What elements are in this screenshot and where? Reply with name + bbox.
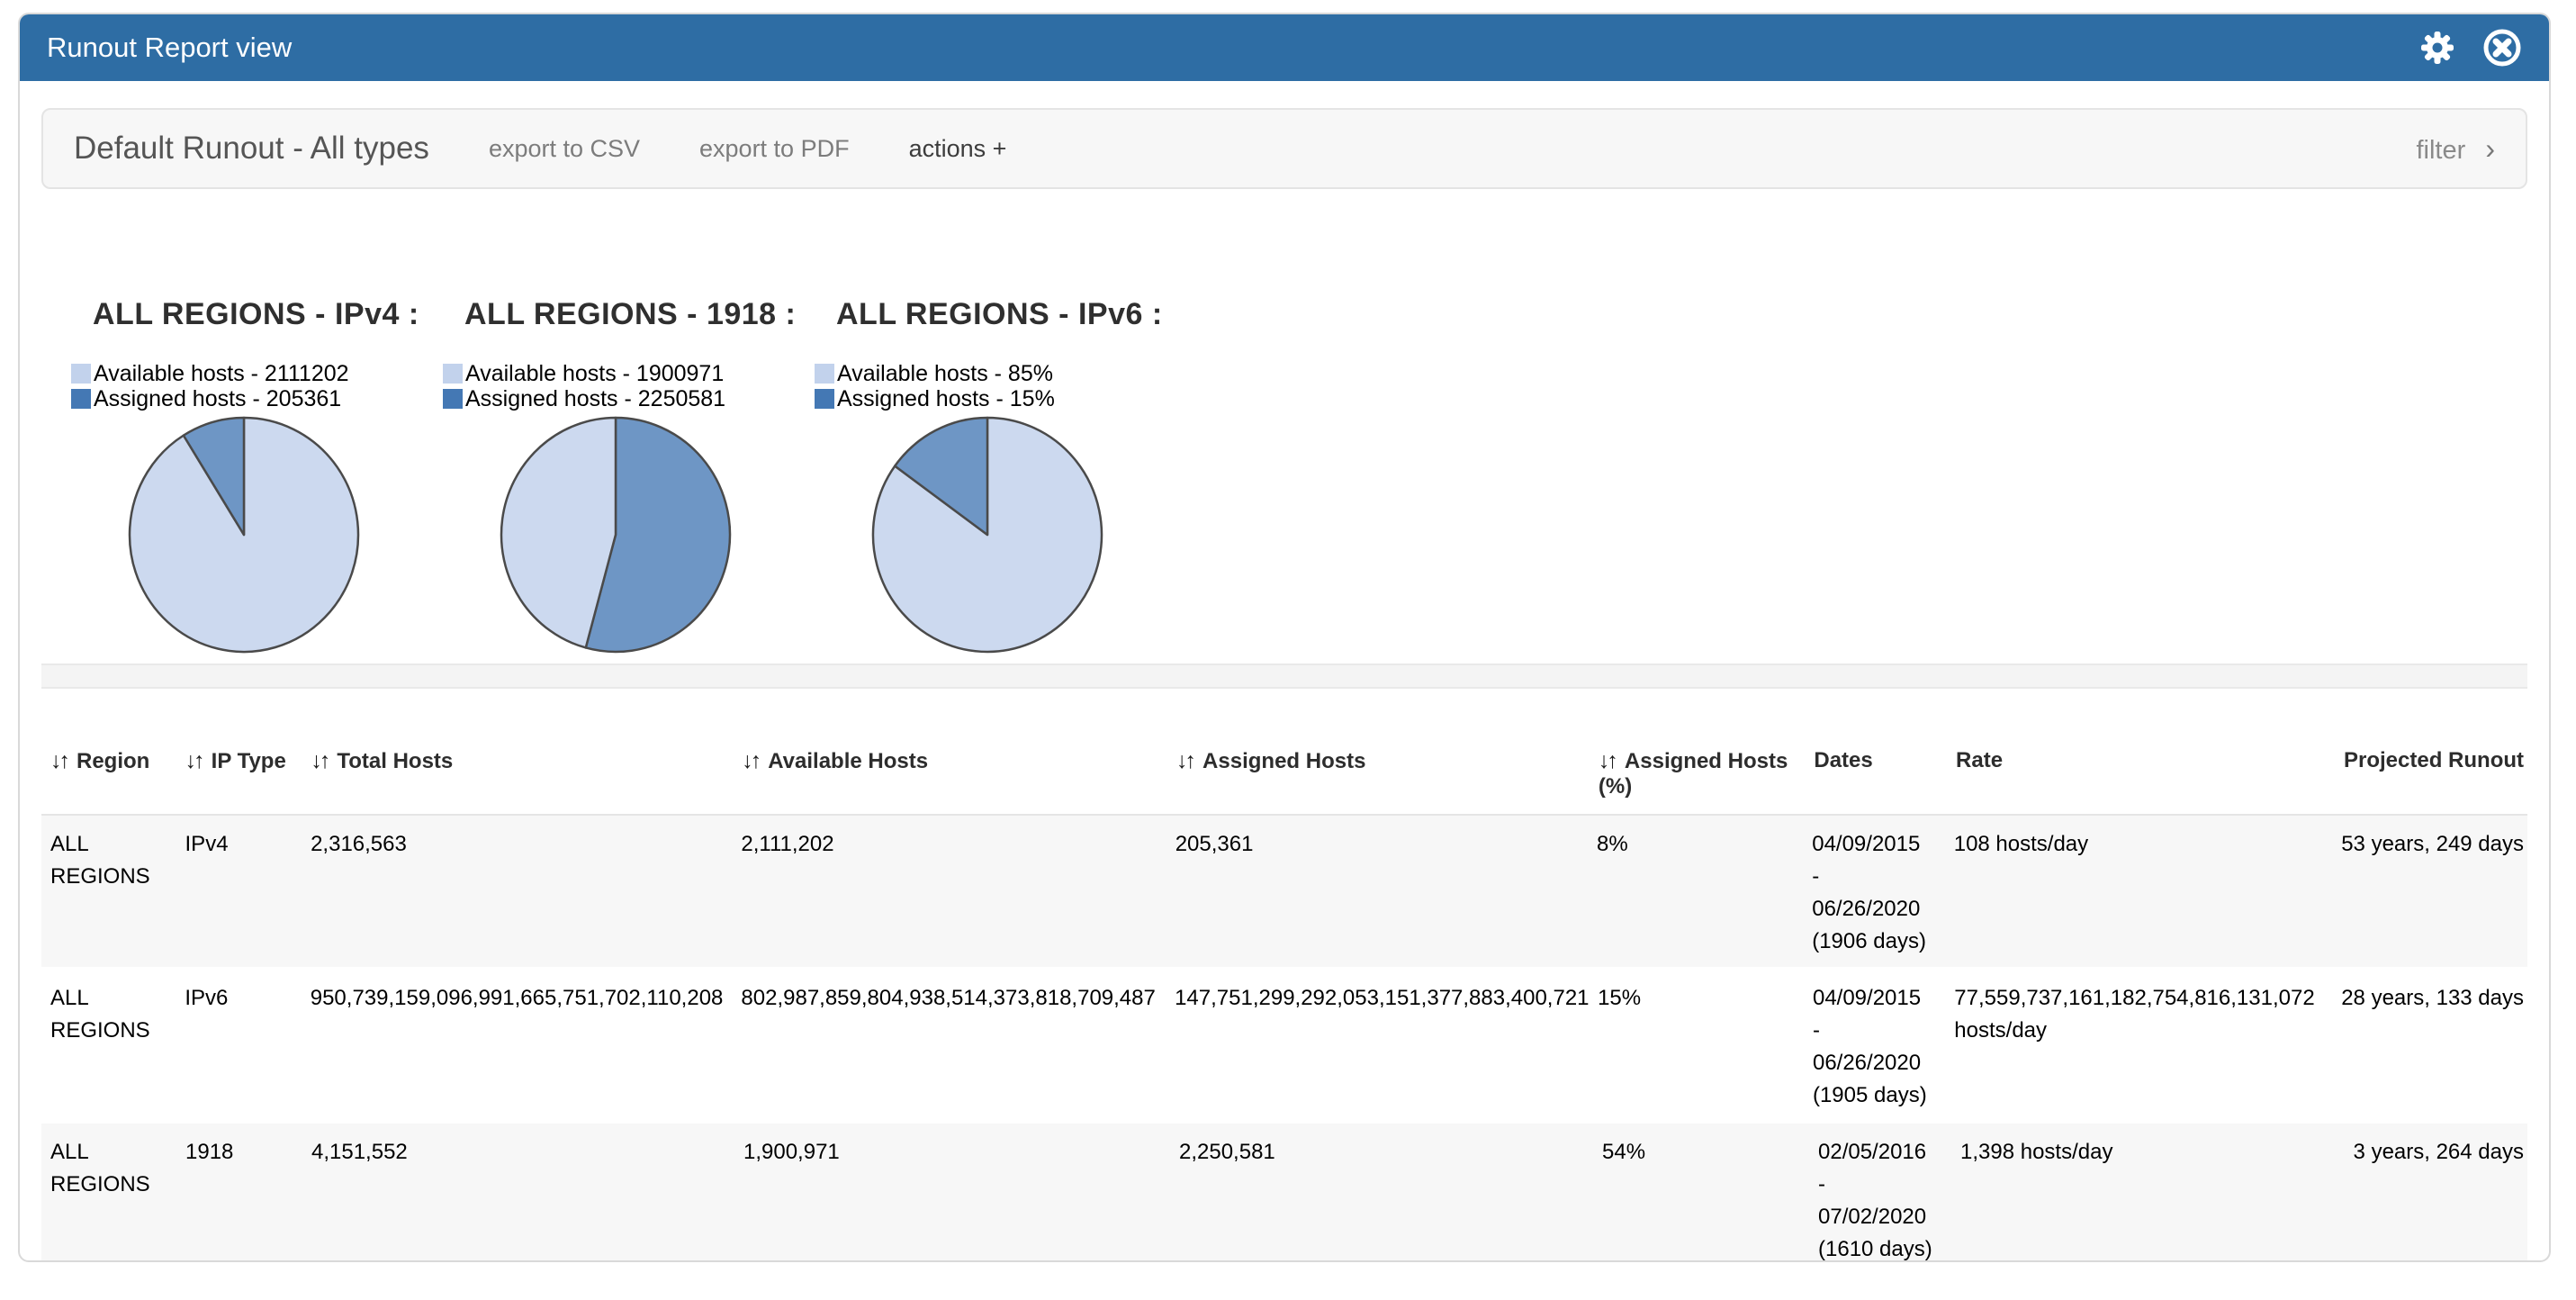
- column-header-assigned-hosts-pct[interactable]: ↓↑Assigned Hosts (%): [1599, 748, 1814, 799]
- column-header-region[interactable]: ↓↑Region: [50, 748, 185, 799]
- cell-assigned-hosts: 147,751,299,292,053,151,377,883,400,721: [1175, 982, 1598, 1112]
- chart-all-regions-ipv4: ALL REGIONS - IPv4 : Available hosts - 2…: [71, 297, 443, 655]
- sort-icon[interactable]: ↓↑: [185, 748, 203, 773]
- column-header-total-hosts[interactable]: ↓↑Total Hosts: [311, 748, 742, 799]
- chart-title-ipv6: ALL REGIONS - IPv6 :: [815, 297, 1186, 332]
- cell-dates: 02/05/2016 - 07/02/2020 (1610 days): [1818, 1136, 1960, 1262]
- chevron-right-icon: ›: [2485, 132, 2495, 165]
- legend-label-available: Available hosts - 1900971: [465, 361, 724, 387]
- cell-rate: 108 hosts/day: [1954, 828, 2341, 958]
- cell-assigned-pct: 54%: [1602, 1136, 1818, 1262]
- table-header-row: ↓↑Region ↓↑IP Type ↓↑Total Hosts ↓↑Avail…: [41, 748, 2527, 816]
- cell-region: ALL REGIONS: [50, 1136, 185, 1262]
- pie-chart-ipv6: [870, 415, 1104, 655]
- gear-icon: [2419, 30, 2455, 66]
- cell-projected-runout: 28 years, 133 days: [2341, 982, 2527, 1112]
- chart-legend-1918: Available hosts - 1900971 Assigned hosts…: [443, 361, 815, 411]
- close-circle-icon: [2482, 28, 2522, 68]
- legend-swatch-assigned: [71, 389, 91, 409]
- column-header-ip-type[interactable]: ↓↑IP Type: [185, 748, 311, 799]
- pie-chart-ipv4: [127, 415, 361, 655]
- column-header-dates: Dates: [1814, 748, 1956, 799]
- filter-label: filter: [2416, 136, 2465, 165]
- sort-icon[interactable]: ↓↑: [311, 748, 328, 773]
- cell-total-hosts: 2,316,563: [311, 828, 741, 958]
- chart-title-1918: ALL REGIONS - 1918 :: [443, 297, 815, 332]
- sort-icon[interactable]: ↓↑: [50, 748, 68, 773]
- legend-swatch-available: [815, 364, 834, 384]
- cell-total-hosts: 950,739,159,096,991,665,751,702,110,208: [311, 982, 742, 1112]
- chart-all-regions-1918: ALL REGIONS - 1918 : Available hosts - 1…: [443, 297, 815, 655]
- section-divider: [41, 664, 2527, 689]
- cell-ip-type: IPv6: [185, 982, 310, 1112]
- close-button[interactable]: [2482, 28, 2522, 68]
- actions-menu[interactable]: actions +: [909, 135, 1007, 163]
- chart-title-ipv4: ALL REGIONS - IPv4 :: [71, 297, 443, 332]
- legend-label-available: Available hosts - 85%: [837, 361, 1053, 387]
- export-csv-link[interactable]: export to CSV: [489, 135, 640, 163]
- column-header-rate: Rate: [1956, 748, 2344, 799]
- chart-legend-ipv4: Available hosts - 2111202 Assigned hosts…: [71, 361, 443, 411]
- chart-all-regions-ipv6: ALL REGIONS - IPv6 : Available hosts - 8…: [815, 297, 1186, 655]
- runout-charts: ALL REGIONS - IPv4 : Available hosts - 2…: [71, 297, 2549, 655]
- cell-projected-runout: 3 years, 264 days: [2349, 1136, 2527, 1262]
- sort-icon[interactable]: ↓↑: [1176, 748, 1193, 773]
- table-row-ipv4: ALL REGIONS IPv4 2,316,563 2,111,202 205…: [41, 816, 2527, 967]
- column-header-assigned-hosts[interactable]: ↓↑Assigned Hosts: [1176, 748, 1599, 799]
- cell-rate: 77,559,737,161,182,754,816,131,072 hosts…: [1954, 982, 2341, 1112]
- cell-ip-type: IPv4: [185, 828, 311, 958]
- window-title: Runout Report view: [47, 32, 292, 64]
- runout-table: ↓↑Region ↓↑IP Type ↓↑Total Hosts ↓↑Avail…: [41, 748, 2527, 1262]
- table-row-ipv6: ALL REGIONS IPv6 950,739,159,096,991,665…: [41, 967, 2527, 1121]
- legend-item-assigned: Assigned hosts - 205361: [71, 386, 443, 411]
- cell-rate: 1,398 hosts/day: [1960, 1136, 2349, 1262]
- legend-swatch-assigned: [815, 389, 834, 409]
- cell-assigned-hosts: 2,250,581: [1179, 1136, 1602, 1262]
- legend-swatch-assigned: [443, 389, 463, 409]
- legend-label-assigned: Assigned hosts - 205361: [94, 386, 341, 412]
- legend-item-assigned: Assigned hosts - 2250581: [443, 386, 815, 411]
- legend-item-assigned: Assigned hosts - 15%: [815, 386, 1186, 411]
- sort-icon[interactable]: ↓↑: [1599, 748, 1616, 773]
- cell-dates: 04/09/2015 - 06/26/2020 (1906 days): [1812, 828, 1954, 958]
- cell-assigned-hosts: 205,361: [1175, 828, 1597, 958]
- legend-swatch-available: [71, 364, 91, 384]
- window-titlebar: Runout Report view: [20, 14, 2549, 81]
- cell-projected-runout: 53 years, 249 days: [2341, 828, 2527, 958]
- settings-button[interactable]: [2419, 30, 2455, 66]
- cell-dates: 04/09/2015 - 06/26/2020 (1905 days): [1813, 982, 1954, 1112]
- cell-assigned-pct: 8%: [1597, 828, 1812, 958]
- cell-ip-type: 1918: [185, 1136, 311, 1262]
- column-header-available-hosts[interactable]: ↓↑Available Hosts: [742, 748, 1176, 799]
- legend-swatch-available: [443, 364, 463, 384]
- legend-label-assigned: Assigned hosts - 15%: [837, 386, 1055, 412]
- legend-item-available: Available hosts - 1900971: [443, 361, 815, 386]
- legend-label-assigned: Assigned hosts - 2250581: [465, 386, 725, 412]
- cell-available-hosts: 802,987,859,804,938,514,373,818,709,487: [741, 982, 1175, 1112]
- runout-report-window: Runout Report view: [18, 13, 2551, 1262]
- legend-item-available: Available hosts - 2111202: [71, 361, 443, 386]
- table-row-1918: ALL REGIONS 1918 4,151,552 1,900,971 2,2…: [41, 1121, 2527, 1262]
- filter-toggle[interactable]: filter ›: [2416, 132, 2495, 166]
- export-pdf-link[interactable]: export to PDF: [699, 135, 850, 163]
- report-toolbar: Default Runout - All types export to CSV…: [41, 108, 2527, 189]
- chart-legend-ipv6: Available hosts - 85% Assigned hosts - 1…: [815, 361, 1186, 411]
- cell-available-hosts: 1,900,971: [743, 1136, 1179, 1262]
- pie-chart-1918: [499, 415, 733, 655]
- cell-region: ALL REGIONS: [50, 828, 185, 958]
- cell-assigned-pct: 15%: [1598, 982, 1813, 1112]
- report-title: Default Runout - All types: [74, 131, 429, 167]
- legend-label-available: Available hosts - 2111202: [94, 361, 349, 387]
- column-header-projected-runout: Projected Runout: [2344, 748, 2527, 799]
- sort-icon[interactable]: ↓↑: [742, 748, 759, 773]
- cell-region: ALL REGIONS: [50, 982, 185, 1112]
- legend-item-available: Available hosts - 85%: [815, 361, 1186, 386]
- cell-available-hosts: 2,111,202: [741, 828, 1175, 958]
- cell-total-hosts: 4,151,552: [311, 1136, 743, 1262]
